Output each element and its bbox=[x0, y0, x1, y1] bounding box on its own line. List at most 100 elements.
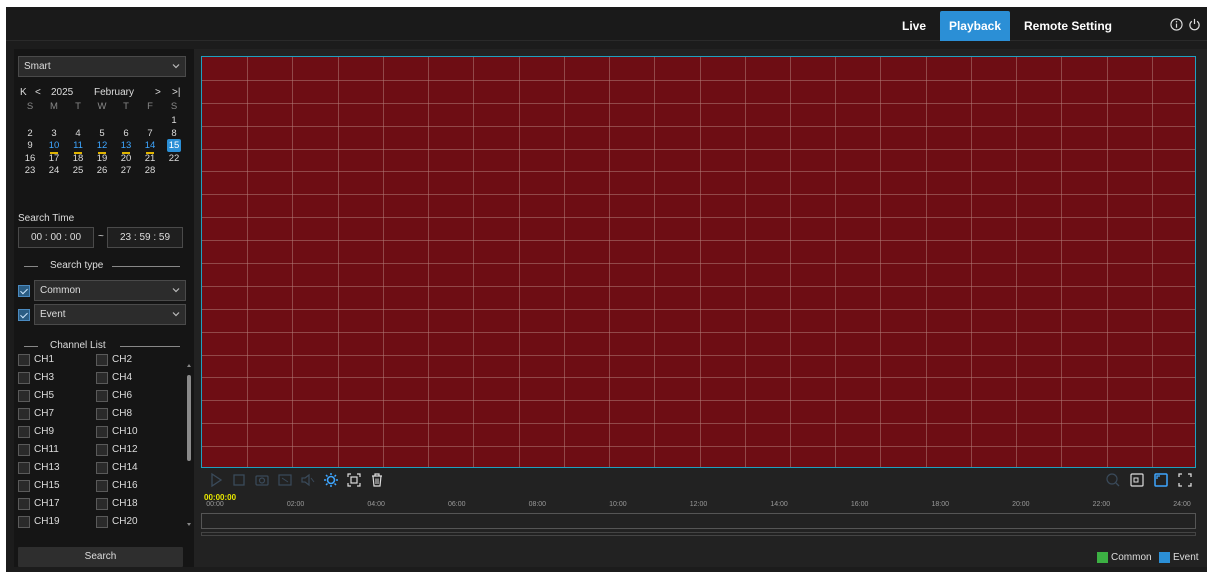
zoom-in-icon[interactable] bbox=[1105, 472, 1121, 488]
channel-item-ch3[interactable]: CH3 bbox=[18, 371, 88, 385]
power-icon[interactable] bbox=[1188, 18, 1201, 31]
calendar-day-4[interactable]: 4 bbox=[66, 128, 90, 141]
channel-item-ch2[interactable]: CH2 bbox=[96, 353, 166, 367]
calendar-day-27[interactable]: 27 bbox=[114, 165, 138, 178]
calendar-day-6[interactable]: 6 bbox=[114, 128, 138, 141]
snapshot-icon[interactable] bbox=[254, 472, 270, 488]
channel-checkbox[interactable] bbox=[96, 408, 108, 420]
calendar-day-19[interactable]: 19 bbox=[90, 153, 114, 166]
channel-checkbox[interactable] bbox=[96, 354, 108, 366]
search-mode-select[interactable]: Smart bbox=[18, 56, 186, 77]
start-minute[interactable]: 00 bbox=[50, 232, 61, 243]
search-button[interactable]: Search bbox=[18, 547, 183, 567]
calendar-day-18[interactable]: 18 bbox=[66, 153, 90, 166]
channel-item-ch4[interactable]: CH4 bbox=[96, 371, 166, 385]
event-type-select[interactable]: Event bbox=[34, 304, 186, 325]
common-checkbox[interactable] bbox=[18, 285, 30, 297]
channel-item-ch8[interactable]: CH8 bbox=[96, 407, 166, 421]
channel-item-ch13[interactable]: CH13 bbox=[18, 461, 88, 475]
fullscreen-icon[interactable] bbox=[1177, 472, 1193, 488]
calendar-day-23[interactable]: 23 bbox=[18, 165, 42, 178]
channel-checkbox[interactable] bbox=[18, 372, 30, 384]
nav-remote-setting-tab[interactable]: Remote Setting bbox=[1020, 11, 1116, 41]
channel-checkbox[interactable] bbox=[96, 516, 108, 528]
calendar-day-24[interactable]: 24 bbox=[42, 165, 66, 178]
calendar-day-25[interactable]: 25 bbox=[66, 165, 90, 178]
end-minute[interactable]: 59 bbox=[139, 232, 150, 243]
channel-item-ch15[interactable]: CH15 bbox=[18, 479, 88, 493]
prev-year-icon[interactable]: < bbox=[35, 87, 41, 98]
channel-item-ch5[interactable]: CH5 bbox=[18, 389, 88, 403]
channel-item-ch16[interactable]: CH16 bbox=[96, 479, 166, 493]
calendar-day-21[interactable]: 21 bbox=[138, 153, 162, 166]
channel-checkbox[interactable] bbox=[96, 372, 108, 384]
channel-item-ch7[interactable]: CH7 bbox=[18, 407, 88, 421]
channel-checkbox[interactable] bbox=[18, 408, 30, 420]
channel-checkbox[interactable] bbox=[96, 498, 108, 510]
calendar-day-3[interactable]: 3 bbox=[42, 128, 66, 141]
smart-settings-icon[interactable] bbox=[323, 472, 339, 488]
channel-checkbox[interactable] bbox=[18, 462, 30, 474]
calendar-day-2[interactable]: 2 bbox=[18, 128, 42, 141]
stop-icon[interactable] bbox=[231, 472, 247, 488]
calendar-day-12[interactable]: 12 bbox=[90, 140, 114, 153]
channel-checkbox[interactable] bbox=[18, 426, 30, 438]
nav-playback-tab[interactable]: Playback bbox=[940, 11, 1010, 41]
nav-live-tab[interactable]: Live bbox=[894, 11, 934, 41]
calendar-day-9[interactable]: 9 bbox=[18, 140, 42, 153]
timeline-track[interactable] bbox=[201, 513, 1196, 529]
start-hour[interactable]: 00 bbox=[31, 232, 42, 243]
fit-window-icon[interactable] bbox=[1153, 472, 1169, 488]
end-time-input[interactable]: 23 : 59 : 59 bbox=[107, 227, 183, 248]
channel-checkbox[interactable] bbox=[18, 480, 30, 492]
calendar-day-10[interactable]: 10 bbox=[42, 140, 66, 153]
end-hour[interactable]: 23 bbox=[120, 232, 131, 243]
record-clip-icon[interactable] bbox=[277, 472, 293, 488]
first-year-icon[interactable]: K bbox=[20, 87, 27, 98]
start-second[interactable]: 00 bbox=[70, 232, 81, 243]
channel-checkbox[interactable] bbox=[18, 354, 30, 366]
calendar-day-28[interactable]: 28 bbox=[138, 165, 162, 178]
channel-item-ch18[interactable]: CH18 bbox=[96, 497, 166, 511]
channel-item-ch17[interactable]: CH17 bbox=[18, 497, 88, 511]
next-month-icon[interactable]: > bbox=[155, 87, 161, 98]
calendar-day-7[interactable]: 7 bbox=[138, 128, 162, 141]
channel-checkbox[interactable] bbox=[96, 444, 108, 456]
channel-checkbox[interactable] bbox=[96, 426, 108, 438]
timeline[interactable]: 00:00:00 00:00 02:00 04:00 06:00 08:00 10:00 1… bbox=[201, 493, 1196, 538]
play-icon[interactable] bbox=[208, 472, 224, 488]
channel-item-ch12[interactable]: CH12 bbox=[96, 443, 166, 457]
calendar-day-17[interactable]: 17 bbox=[42, 153, 66, 166]
calendar-day-1[interactable]: 1 bbox=[162, 115, 186, 128]
calendar-day-13[interactable]: 13 bbox=[114, 140, 138, 153]
last-icon[interactable]: >| bbox=[172, 87, 180, 98]
calendar-day-11[interactable]: 11 bbox=[66, 140, 90, 153]
channel-checkbox[interactable] bbox=[18, 516, 30, 528]
channel-item-ch9[interactable]: CH9 bbox=[18, 425, 88, 439]
channel-item-ch20[interactable]: CH20 bbox=[96, 515, 166, 529]
zoom-region-icon[interactable] bbox=[346, 472, 362, 488]
channel-checkbox[interactable] bbox=[18, 390, 30, 402]
original-size-icon[interactable] bbox=[1129, 472, 1145, 488]
timeline-scroll-track[interactable] bbox=[201, 532, 1196, 536]
channel-checkbox[interactable] bbox=[18, 444, 30, 456]
end-second[interactable]: 59 bbox=[159, 232, 170, 243]
channel-item-ch19[interactable]: CH19 bbox=[18, 515, 88, 529]
channel-item-ch11[interactable]: CH11 bbox=[18, 443, 88, 457]
channel-checkbox[interactable] bbox=[18, 498, 30, 510]
calendar-day-22[interactable]: 22 bbox=[162, 153, 186, 166]
event-checkbox[interactable] bbox=[18, 309, 30, 321]
calendar-day-26[interactable]: 26 bbox=[90, 165, 114, 178]
mute-icon[interactable] bbox=[300, 472, 316, 488]
calendar-day-15[interactable]: 15 bbox=[162, 139, 186, 153]
channel-item-ch14[interactable]: CH14 bbox=[96, 461, 166, 475]
channel-item-ch10[interactable]: CH10 bbox=[96, 425, 166, 439]
channel-checkbox[interactable] bbox=[96, 390, 108, 402]
channel-item-ch6[interactable]: CH6 bbox=[96, 389, 166, 403]
common-type-select[interactable]: Common bbox=[34, 280, 186, 301]
channel-checkbox[interactable] bbox=[96, 462, 108, 474]
calendar-day-16[interactable]: 16 bbox=[18, 153, 42, 166]
start-time-input[interactable]: 00 : 00 : 00 bbox=[18, 227, 94, 248]
calendar-day-20[interactable]: 20 bbox=[114, 153, 138, 166]
calendar-day-5[interactable]: 5 bbox=[90, 128, 114, 141]
